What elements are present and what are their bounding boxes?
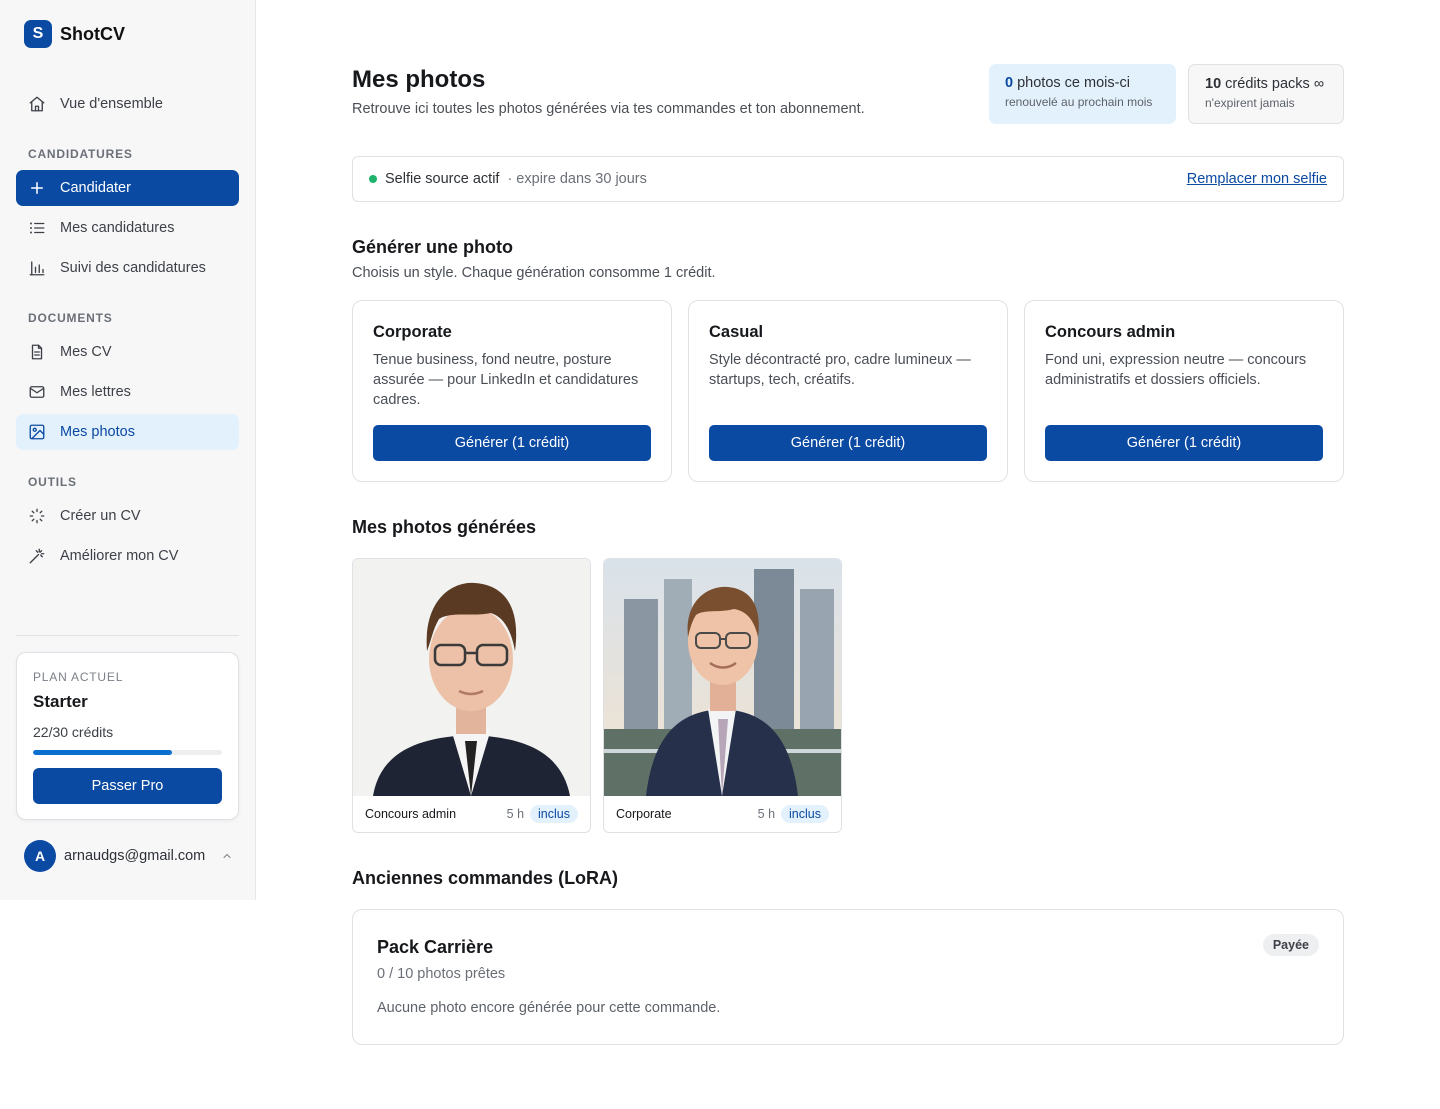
photo-age: 5 h — [757, 807, 776, 821]
generate-section-title: Générer une photo — [352, 237, 514, 257]
pack-credits-count: 10 — [1205, 76, 1222, 92]
credits-progress-fill — [33, 750, 172, 755]
plan-credits: 22/30 crédits — [33, 724, 114, 740]
bar-chart-icon — [29, 261, 45, 276]
sidebar-item-mes-lettres[interactable]: Mes lettres — [16, 374, 239, 410]
plan-label: PLAN ACTUEL — [33, 670, 124, 684]
sidebar-item-label: Mes lettres — [60, 384, 131, 400]
selfie-status: Selfie source actif — [385, 171, 500, 187]
generate-corporate-button[interactable]: Générer (1 crédit) — [373, 425, 651, 461]
credits-progress-bar — [33, 750, 222, 755]
sidebar-item-ameliorer-cv[interactable]: Améliorer mon CV — [16, 538, 239, 574]
style-description: Tenue business, fond neutre, posture ass… — [373, 352, 639, 408]
loader-icon — [29, 508, 45, 524]
brand-name: ShotCV — [60, 23, 125, 44]
generated-photo-card[interactable]: Corporate 5 h inclus — [603, 558, 842, 833]
order-empty-message: Aucune photo encore générée pour cette c… — [377, 1000, 721, 1016]
section-candidatures: CANDIDATURES — [28, 147, 133, 161]
pack-credits-note: n'expirent jamais — [1205, 96, 1295, 110]
sidebar-item-mes-cv[interactable]: Mes CV — [16, 334, 239, 370]
style-description: Style décontracté pro, cadre lumineux — … — [709, 352, 971, 388]
upgrade-button[interactable]: Passer Pro — [33, 768, 222, 804]
brand[interactable]: S ShotCV — [24, 20, 125, 48]
sidebar-item-creer-cv[interactable]: Créer un CV — [16, 498, 239, 534]
sidebar-item-overview[interactable]: Vue d'ensemble — [16, 86, 239, 122]
pack-credits-stat: 10 crédits packs ∞ n'expirent jamais — [1188, 64, 1344, 124]
generate-section-description: Choisis un style. Chaque génération cons… — [352, 265, 716, 281]
monthly-photos-label: photos ce mois-ci — [1017, 75, 1130, 91]
home-icon — [29, 96, 45, 112]
sidebar-divider — [16, 635, 239, 636]
pack-credits-label: crédits packs ∞ — [1225, 76, 1325, 92]
sidebar: S ShotCV Vue d'ensemble CANDIDATURES Can… — [0, 0, 256, 900]
order-name: Pack Carrière — [377, 937, 494, 957]
sidebar-item-candidater[interactable]: Candidater — [16, 170, 239, 206]
generate-casual-button[interactable]: Générer (1 crédit) — [709, 425, 987, 461]
sidebar-item-mes-candidatures[interactable]: Mes candidatures — [16, 210, 239, 246]
monthly-photos-count: 0 — [1005, 75, 1014, 91]
photo-style-label: Corporate — [616, 807, 672, 821]
generated-photo-image[interactable] — [353, 559, 590, 796]
plan-card: PLAN ACTUEL Starter 22/30 crédits Passer… — [16, 652, 239, 820]
chevron-up-icon[interactable] — [221, 850, 233, 862]
mail-icon — [29, 386, 45, 398]
photo-meta: Concours admin 5 h inclus — [353, 796, 590, 832]
style-name: Corporate — [373, 323, 452, 341]
magic-wand-icon — [29, 548, 45, 564]
selfie-status-bar: Selfie source actif · expire dans 30 jou… — [352, 156, 1344, 202]
generated-section-title: Mes photos générées — [352, 517, 537, 537]
sidebar-item-suivi[interactable]: Suivi des candidatures — [16, 250, 239, 286]
plan-name: Starter — [33, 692, 88, 711]
document-icon — [31, 344, 43, 360]
avatar: A — [24, 840, 56, 872]
sidebar-item-label: Suivi des candidatures — [60, 260, 206, 276]
replace-selfie-link[interactable]: Remplacer mon selfie — [1187, 171, 1327, 187]
image-icon — [29, 424, 45, 440]
generated-photo-image[interactable] — [604, 559, 841, 796]
style-card-concours-admin: Concours admin Fond uni, expression neut… — [1024, 300, 1344, 482]
photo-style-label: Concours admin — [365, 807, 457, 821]
user-email: arnaudgs@gmail.com — [64, 848, 206, 864]
brand-logo: S — [24, 20, 52, 48]
list-icon — [30, 222, 45, 234]
monthly-photos-note: renouvelé au prochain mois — [1005, 95, 1153, 109]
sidebar-item-label: Mes candidatures — [60, 220, 175, 236]
orders-section-title: Anciennes commandes (LoRA) — [352, 868, 619, 888]
order-progress: 0 / 10 photos prêtes — [377, 966, 506, 982]
photo-meta: Corporate 5 h inclus — [604, 796, 841, 832]
monthly-photos-line: 0 photos ce mois-ci — [1005, 75, 1160, 91]
section-documents: DOCUMENTS — [28, 311, 113, 325]
sidebar-item-label: Créer un CV — [60, 508, 141, 524]
order-card: Pack Carrière 0 / 10 photos prêtes Aucun… — [352, 909, 1344, 1045]
sidebar-item-label: Mes photos — [60, 424, 135, 440]
page-title: Mes photos — [352, 66, 486, 93]
style-description: Fond uni, expression neutre — concours a… — [1045, 352, 1307, 388]
style-card-casual: Casual Style décontracté pro, cadre lumi… — [688, 300, 1008, 482]
photo-age: 5 h — [506, 807, 525, 821]
user-menu[interactable]: A arnaudgs@gmail.com — [24, 840, 233, 872]
monthly-photos-stat: 0 photos ce mois-ci renouvelé au prochai… — [989, 64, 1176, 124]
sidebar-item-label: Candidater — [60, 180, 131, 196]
order-status-badge: Payée — [1262, 934, 1319, 956]
selfie-expiry: · expire dans 30 jours — [507, 171, 647, 187]
style-card-corporate: Corporate Tenue business, fond neutre, p… — [352, 300, 672, 482]
page-subtitle: Retrouve ici toutes les photos générées … — [352, 101, 865, 117]
pack-credits-line: 10 crédits packs ∞ — [1205, 76, 1327, 92]
sidebar-item-label: Vue d'ensemble — [60, 96, 163, 112]
sidebar-item-label: Mes CV — [60, 344, 112, 360]
photo-included-badge: inclus — [781, 805, 829, 823]
generated-photo-card[interactable]: Concours admin 5 h inclus — [352, 558, 591, 833]
status-dot — [369, 175, 377, 183]
photo-included-badge: inclus — [530, 805, 578, 823]
plus-icon — [31, 182, 43, 194]
generate-concours-admin-button[interactable]: Générer (1 crédit) — [1045, 425, 1323, 461]
section-outils: OUTILS — [28, 475, 77, 489]
style-name: Concours admin — [1045, 323, 1176, 341]
sidebar-item-label: Améliorer mon CV — [60, 548, 179, 564]
style-name: Casual — [709, 323, 764, 341]
sidebar-item-mes-photos[interactable]: Mes photos — [16, 414, 239, 450]
